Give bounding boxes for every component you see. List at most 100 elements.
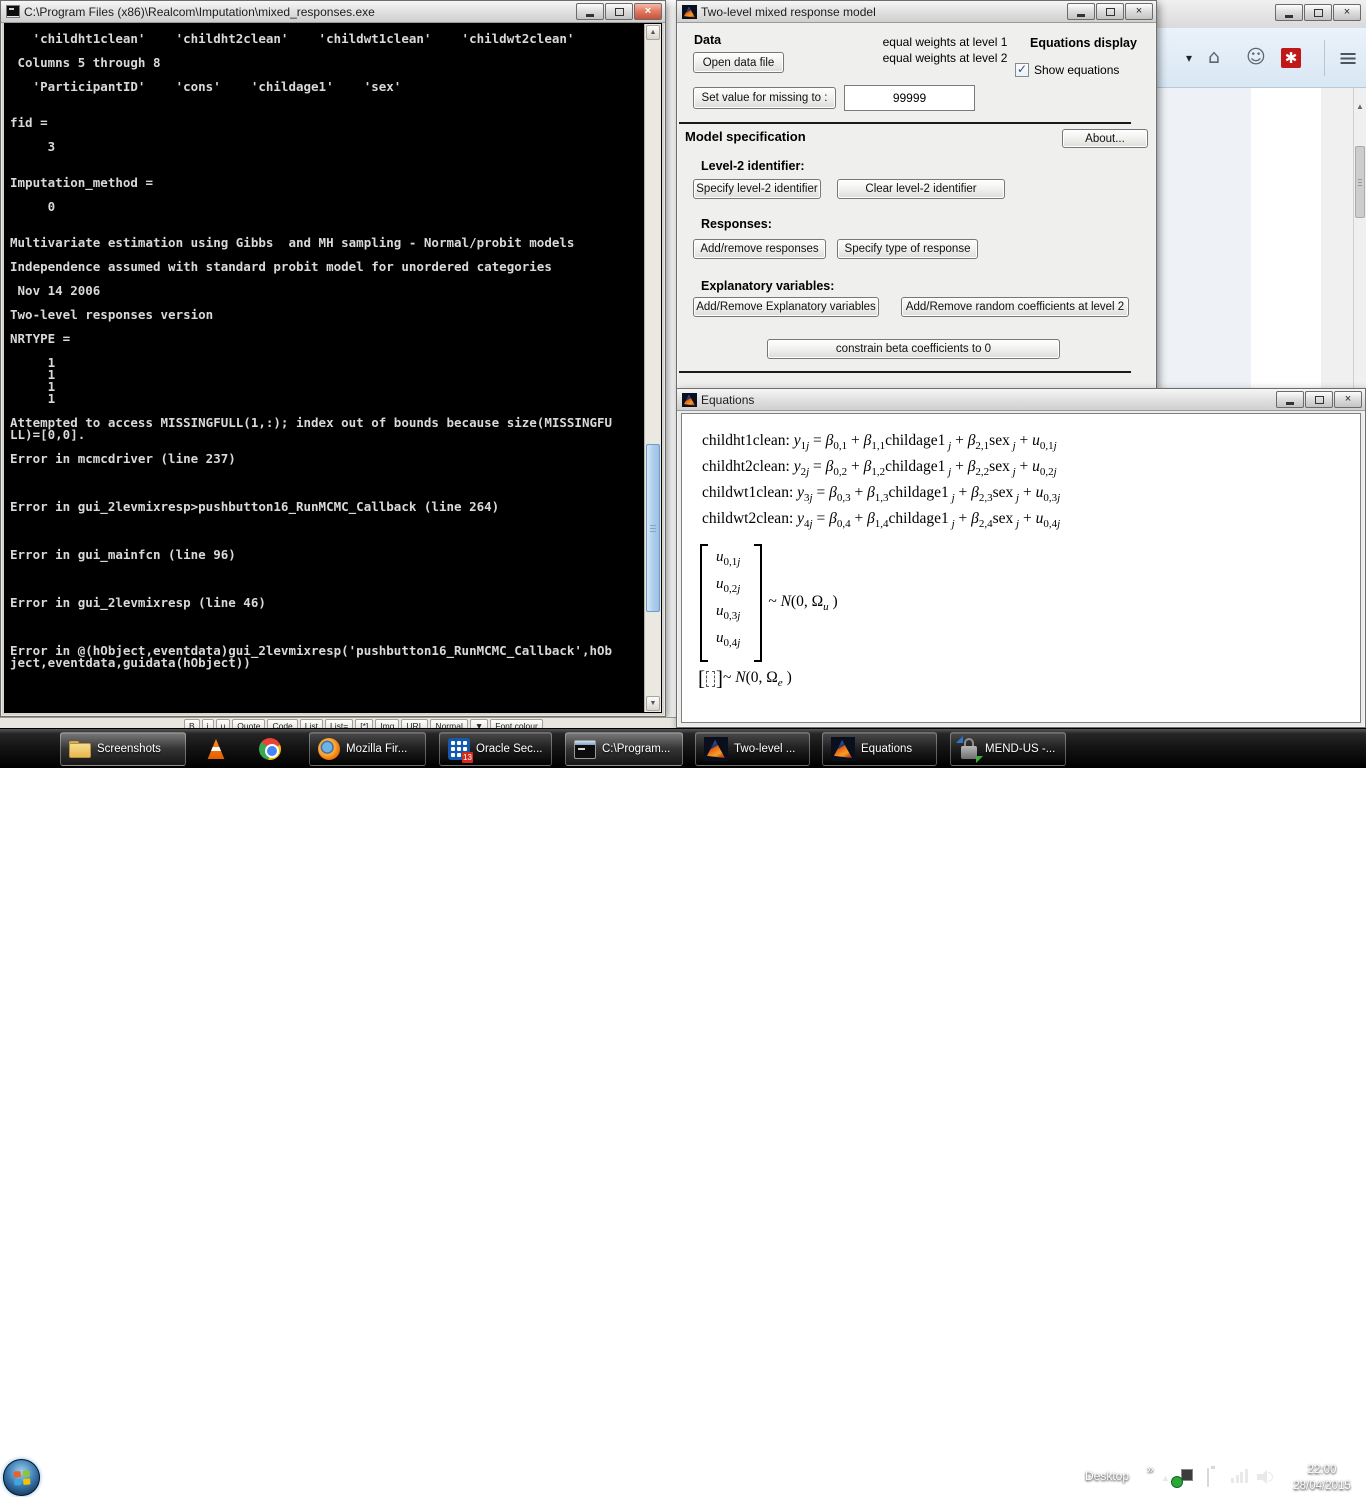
browser-close-button[interactable]: × [1333,4,1361,21]
browser-scrollbar-thumb[interactable] [1355,146,1365,218]
equations-restore-button[interactable] [1305,391,1333,408]
editor-toolbar-button[interactable]: Code [267,719,297,728]
lastpass-icon[interactable]: ✱ [1281,48,1301,68]
editor-toolbar-button[interactable]: Normal [430,719,467,728]
left-bracket [700,544,708,662]
browser-minimize-button[interactable] [1275,4,1303,21]
taskbar-item-console[interactable]: C:\Program... [565,732,683,766]
editor-toolbar-button[interactable]: ▼ [470,719,488,728]
equation-line: childwt1clean: y3j = β0,3 + β1,3childage… [702,484,1060,510]
windows-logo-icon [13,1470,30,1485]
missing-value-input[interactable] [844,85,975,111]
console-line [10,345,638,357]
menu-icon[interactable]: ≡ [1338,46,1358,70]
console-line: 'childht1clean' 'childht2clean' 'childwt… [10,33,638,45]
taskbar-item-oracle[interactable]: 13 Oracle Sec... [439,732,552,766]
editor-toolbar-button[interactable]: Img [375,719,399,728]
browser-maximize-button[interactable] [1304,4,1332,21]
about-button[interactable]: About... [1062,129,1148,148]
equation-list: childht1clean: y1j = β0,1 + β1,1childage… [702,432,1060,536]
u-vector-entry: u0,2j [716,576,740,603]
console-line [10,609,638,621]
add-remove-responses-button[interactable]: Add/remove responses [693,239,826,259]
add-random-coefficients-button[interactable]: Add/Remove random coefficients at level … [901,297,1129,317]
editor-toolbar-button[interactable]: [*] [355,719,373,728]
clock[interactable]: 22:00 28/04/2015 [1284,1462,1360,1494]
console-scroll-up-button[interactable]: ▲ [646,25,660,40]
taskbar-item-screenshots[interactable]: Screenshots [60,732,186,766]
console-line: Independence assumed with standard probi… [10,261,638,273]
model-window: Two-level mixed response model × Data Op… [676,0,1157,389]
model-minimize-button[interactable] [1067,3,1095,20]
matlab-icon [682,5,697,19]
editor-toolbar-button[interactable]: i [202,719,214,728]
dropdown-arrow-icon[interactable]: ▾ [1186,52,1192,64]
console-line [10,273,638,285]
editor-toolbar-button[interactable]: B [184,719,200,728]
console-line [10,525,638,537]
u-vector-entry: u0,3j [716,603,740,630]
taskbar-item-equations[interactable]: Equations [822,732,937,766]
console-line [10,321,638,333]
desktop-toolbar[interactable]: Desktop » [1085,1469,1147,1483]
console-close-button[interactable]: × [634,3,662,20]
clock-time: 22:00 [1284,1462,1360,1478]
console-line [10,513,638,525]
editor-toolbar-button[interactable]: List [300,719,323,728]
taskbar-item-two-level[interactable]: Two-level ... [695,732,810,766]
model-close-button[interactable]: × [1125,3,1153,20]
home-icon[interactable]: ⌂ [1208,48,1220,67]
scroll-up-icon[interactable]: ▲ [1354,102,1366,111]
equations-titlebar[interactable]: Equations [677,389,1365,411]
browser-titlebar[interactable]: × [1148,0,1366,28]
add-explanatory-variables-button[interactable]: Add/Remove Explanatory variables [693,297,879,317]
open-data-file-button[interactable]: Open data file [693,52,784,73]
console-scrollbar[interactable]: ▲ ▼ [644,24,661,712]
console-client-area[interactable]: 'childht1clean' 'childht2clean' 'childwt… [4,23,662,713]
editor-toolbar-button[interactable]: Quote [232,719,265,728]
e-distribution-text: ~ N(0, Ωe ) [723,669,792,689]
constrain-beta-button[interactable]: constrain beta coefficients to 0 [767,339,1060,359]
editor-toolbar: BiuQuoteCodeListList=[*]ImgURLNormal▼Fon… [184,719,543,728]
console-titlebar[interactable]: C:\Program Files (x86)\Realcom\Imputatio… [1,1,665,23]
taskbar-item-mend-us[interactable]: MEND-US -... [950,732,1066,766]
editor-toolbar-button[interactable]: u [216,719,231,728]
editor-toolbar-button[interactable]: URL [401,719,428,728]
chrome-icon [259,738,281,760]
console-line: LL)=[0,0]. [10,429,638,441]
console-line [10,477,638,489]
oracle-icon: 13 [448,738,470,760]
equations-minimize-button[interactable] [1276,391,1304,408]
taskbar-item-chrome[interactable] [250,734,290,764]
action-center-icon[interactable] [1207,1468,1209,1487]
set-missing-value-button[interactable]: Set value for missing to : [693,87,836,109]
network-signal-icon[interactable] [1231,1469,1248,1483]
console-line: Imputation_method = [10,177,638,189]
console-scroll-down-button[interactable]: ▼ [646,696,660,711]
start-button[interactable] [3,1459,40,1496]
console-line [10,573,638,585]
clear-level2-button[interactable]: Clear level-2 identifier [837,179,1005,199]
console-minimize-button[interactable] [576,3,604,20]
chevron-icon[interactable]: » [1147,1462,1154,1476]
specify-response-type-button[interactable]: Specify type of response [837,239,978,259]
model-specification-heading: Model specification [685,129,806,144]
equations-close-button[interactable]: × [1334,391,1362,408]
console-line [10,465,638,477]
show-equations-checkbox[interactable] [1015,63,1029,77]
show-hidden-icons-button[interactable]: ▲ [1161,1473,1170,1483]
model-maximize-button[interactable] [1096,3,1124,20]
editor-toolbar-strip: BiuQuoteCodeListList=[*]ImgURLNormal▼Fon… [0,717,676,728]
taskbar-item-firefox[interactable]: Mozilla Fir... [309,732,426,766]
taskbar-item-vlc[interactable] [196,734,236,764]
section-divider [679,122,1131,124]
lock-transfer-icon [959,738,979,760]
responses-label: Responses: [701,217,772,231]
editor-toolbar-button[interactable]: List= [325,719,353,728]
console-line: Attempted to access MISSINGFULL(1,:); in… [10,417,638,429]
editor-toolbar-button[interactable]: Font colour [490,719,543,728]
specify-level2-button[interactable]: Specify level-2 identifier [693,179,821,199]
chat-icon[interactable]: ☺ [1246,48,1266,67]
console-restore-button[interactable] [605,3,633,20]
console-scrollbar-thumb[interactable] [646,444,660,612]
